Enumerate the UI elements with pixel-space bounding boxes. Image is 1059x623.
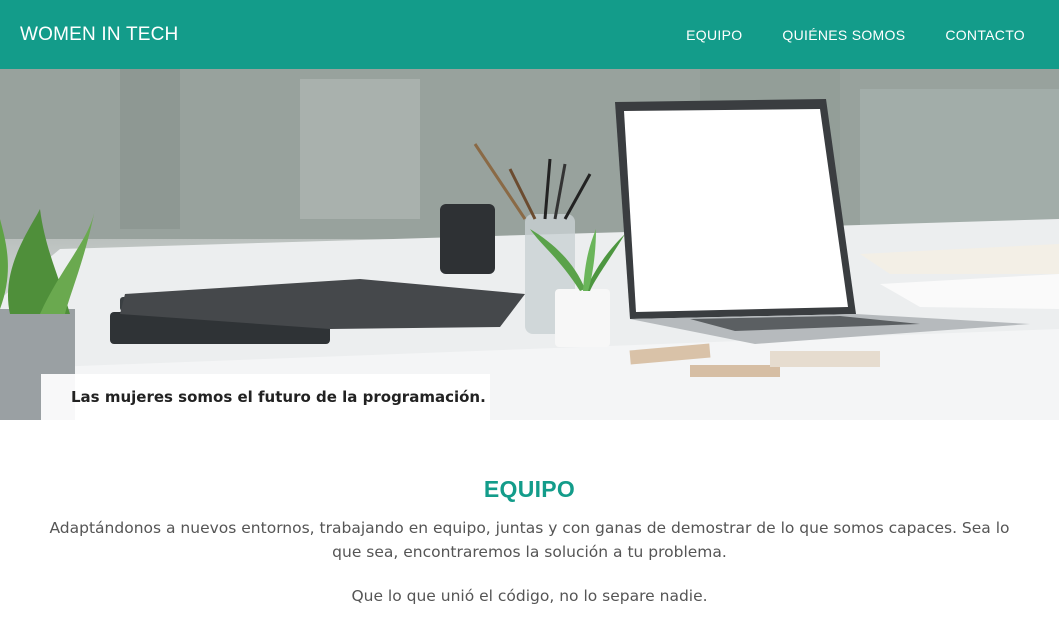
section-paragraph: Adaptándonos a nuevos entornos, trabajan… bbox=[49, 519, 1010, 561]
section-quote: Que lo que unió el código, no lo separe … bbox=[351, 587, 708, 605]
hero-desk-image bbox=[0, 69, 1059, 420]
brand-logo-link[interactable]: WOMEN IN TECH bbox=[20, 24, 178, 46]
section-heading: EQUIPO bbox=[483, 476, 576, 502]
hero-caption: Las mujeres somos el futuro de la progra… bbox=[41, 374, 490, 420]
nav-link-quienes-somos[interactable]: QUIÉNES SOMOS bbox=[782, 27, 905, 43]
hero-banner: Las mujeres somos el futuro de la progra… bbox=[0, 69, 1059, 420]
nav-link-contacto[interactable]: CONTACTO bbox=[945, 27, 1025, 43]
main-nav: EQUIPO QUIÉNES SOMOS CONTACTO bbox=[686, 27, 1025, 43]
team-section: EQUIPO Adaptándonos a nuevos entornos, t… bbox=[0, 420, 1059, 623]
nav-link-equipo[interactable]: EQUIPO bbox=[686, 27, 742, 43]
top-navbar: WOMEN IN TECH EQUIPO QUIÉNES SOMOS CONTA… bbox=[0, 0, 1059, 69]
